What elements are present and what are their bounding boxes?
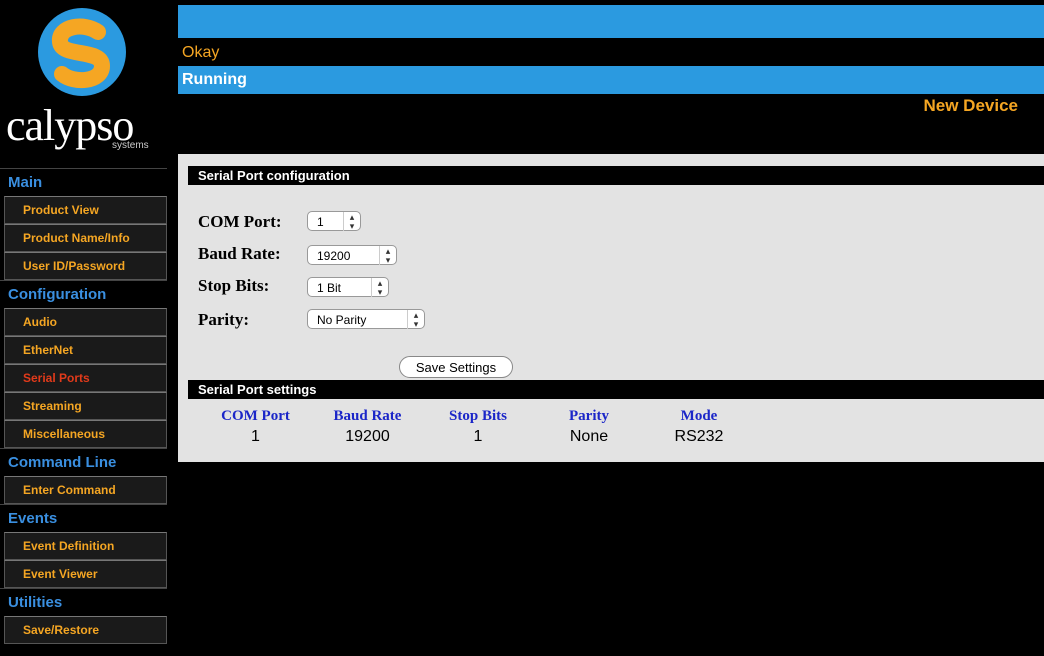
sidebar-section-main[interactable]: Main <box>0 168 167 196</box>
sidebar-item-streaming[interactable]: Streaming <box>4 392 167 420</box>
table-cell: 1 <box>251 428 260 445</box>
settings-section-title: Serial Port settings <box>188 380 1044 399</box>
table-cell: 19200 <box>345 428 390 445</box>
status-state: Running <box>178 66 1044 94</box>
table-row: 1 19200 1 None RS232 <box>200 426 752 448</box>
sidebar-item-audio[interactable]: Audio <box>4 308 167 336</box>
sidebar-item-save-restore[interactable]: Save/Restore <box>4 616 167 644</box>
parity-label: Parity: <box>198 310 249 329</box>
logo-subtitle: systems <box>112 140 149 151</box>
sidebar-item-event-definition[interactable]: Event Definition <box>4 532 167 560</box>
table-cell: None <box>569 428 609 445</box>
column-header: Stop Bits <box>449 407 507 424</box>
com-port-select[interactable]: 1 ▴ ▾ <box>307 211 361 231</box>
sidebar-section-utilities[interactable]: Utilities <box>0 588 167 616</box>
sidebar-item-product-name-info[interactable]: Product Name/Info <box>4 224 167 252</box>
table-header-row: COM Port Baud Rate Stop Bits Parity Mode <box>200 406 752 426</box>
column-header: Mode <box>680 407 718 424</box>
select-arrows-icon: ▴ ▾ <box>379 246 396 265</box>
baud-rate-select[interactable]: 19200 ▴ ▾ <box>307 245 397 265</box>
status-message: Okay <box>178 38 1044 66</box>
sidebar-item-enter-command[interactable]: Enter Command <box>4 476 167 504</box>
stop-bits-select[interactable]: 1 Bit ▴ ▾ <box>307 277 389 297</box>
sidebar-section-events[interactable]: Events <box>0 504 167 532</box>
sidebar-item-serial-ports[interactable]: Serial Ports <box>4 364 167 392</box>
table-cell: RS232 <box>674 428 724 445</box>
device-name: New Device <box>923 96 1019 115</box>
stop-bits-label: Stop Bits: <box>198 276 270 295</box>
select-arrows-icon: ▴ ▾ <box>407 310 424 329</box>
serial-settings-table: COM Port Baud Rate Stop Bits Parity Mode… <box>200 406 752 448</box>
sidebar-item-product-view[interactable]: Product View <box>4 196 167 224</box>
sidebar-item-miscellaneous[interactable]: Miscellaneous <box>4 420 167 448</box>
column-header: COM Port <box>221 407 290 424</box>
column-header: Baud Rate <box>333 407 402 424</box>
sidebar-section-command-line[interactable]: Command Line <box>0 448 167 476</box>
sidebar-section-configuration[interactable]: Configuration <box>0 280 167 308</box>
config-section-title: Serial Port configuration <box>188 166 1044 185</box>
header-bar <box>178 5 1044 38</box>
stop-bits-value: 1 Bit <box>317 281 342 295</box>
sidebar-item-event-viewer[interactable]: Event Viewer <box>4 560 167 588</box>
calypso-logo: calypso systems <box>0 0 175 160</box>
select-arrows-icon: ▴ ▾ <box>371 278 388 297</box>
com-port-value: 1 <box>317 215 324 229</box>
calypso-swirl-icon <box>38 8 126 96</box>
sidebar-item-user-id-password[interactable]: User ID/Password <box>4 252 167 280</box>
select-arrows-icon: ▴ ▾ <box>343 212 360 231</box>
baud-rate-value: 19200 <box>317 249 351 263</box>
sidebar-item-ethernet[interactable]: EtherNet <box>4 336 167 364</box>
com-port-label: COM Port: <box>198 212 282 231</box>
sidebar-nav: Main Product View Product Name/Info User… <box>0 168 167 644</box>
table-cell: 1 <box>473 428 483 445</box>
main-panel: Serial Port configuration COM Port: 1 ▴ ▾… <box>178 154 1044 462</box>
parity-value: No Parity <box>317 313 367 327</box>
baud-rate-label: Baud Rate: <box>198 244 281 263</box>
column-header: Parity <box>569 407 609 424</box>
save-settings-button[interactable]: Save Settings <box>399 356 513 378</box>
parity-select[interactable]: No Parity ▴ ▾ <box>307 309 425 329</box>
